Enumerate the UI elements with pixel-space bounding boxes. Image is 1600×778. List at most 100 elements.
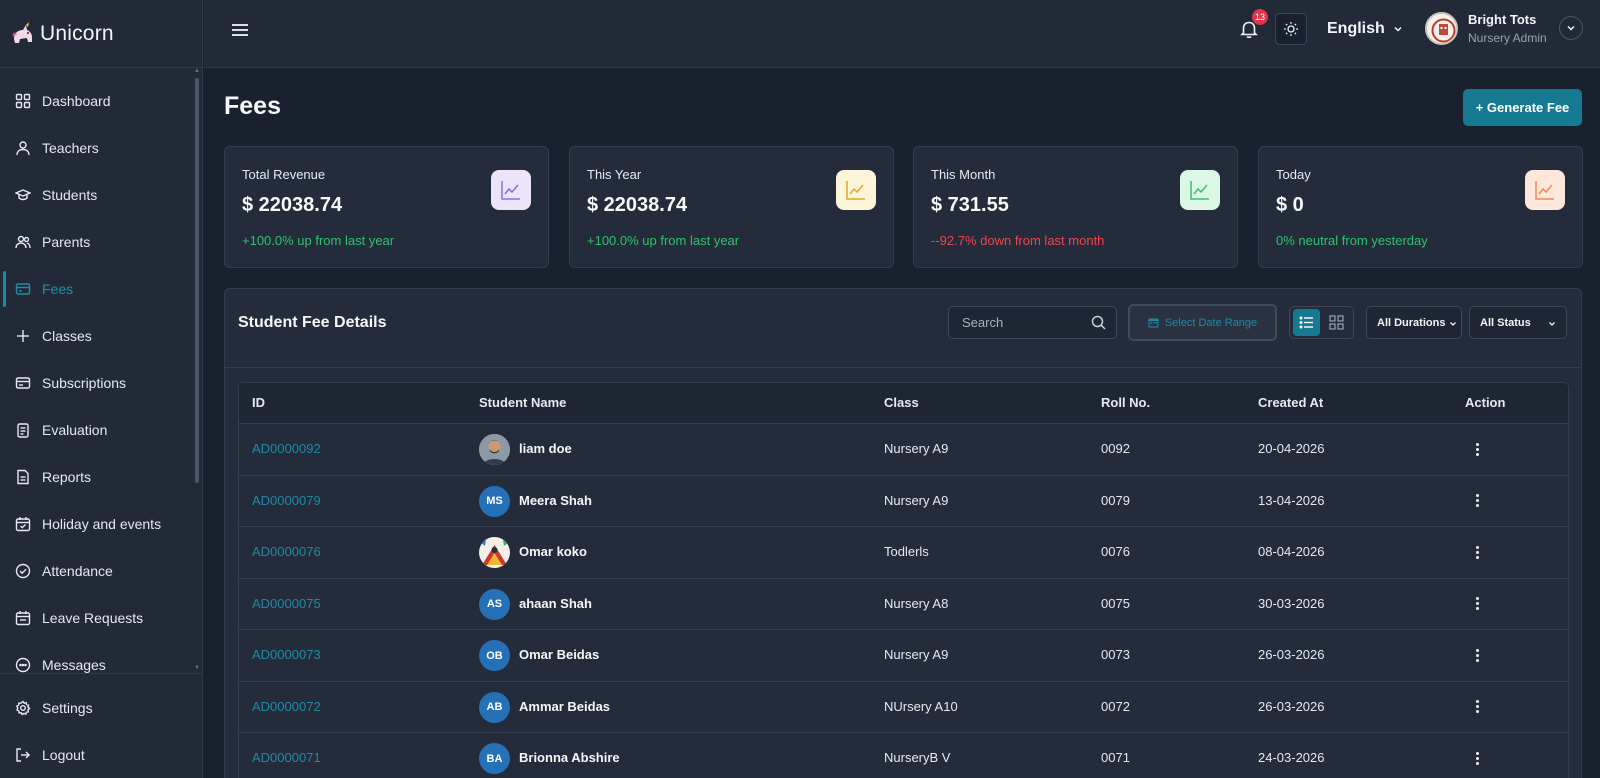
sidebar-item-dashboard[interactable]: Dashboard <box>0 81 196 121</box>
fee-id-link[interactable]: AD0000079 <box>252 493 321 508</box>
generate-fee-button[interactable]: + Generate Fee <box>1463 89 1582 126</box>
theme-toggle-button[interactable] <box>1275 13 1307 45</box>
search-icon[interactable] <box>1091 315 1106 330</box>
sidebar-item-leave-requests[interactable]: Leave Requests <box>0 598 196 638</box>
sidebar-item-attendance[interactable]: Attendance <box>0 551 196 591</box>
colorful-photo-icon <box>479 537 510 568</box>
column-header-created-at[interactable]: Created At <box>1258 395 1323 410</box>
menu-toggle-icon[interactable] <box>230 20 250 40</box>
sidebar-item-evaluation[interactable]: Evaluation <box>0 410 196 450</box>
class-cell: NUrsery A10 <box>884 698 958 714</box>
sidebar-item-label: Parents <box>42 234 91 250</box>
grid-view-button[interactable] <box>1323 309 1350 336</box>
student-avatar-photo <box>479 537 510 568</box>
list-view-button[interactable] <box>1293 309 1320 336</box>
sidebar-item-reports[interactable]: Reports <box>0 457 196 497</box>
sidebar-item-students[interactable]: Students <box>0 175 196 215</box>
fee-id-link[interactable]: AD0000075 <box>252 596 321 611</box>
calendar-check-icon <box>15 611 31 626</box>
sidebar-item-teachers[interactable]: Teachers <box>0 128 196 168</box>
chevron-down-icon <box>1394 26 1402 32</box>
language-selector[interactable]: English <box>1327 19 1403 39</box>
sidebar-item-label: Dashboard <box>42 93 111 109</box>
stat-card-this-month: This Month $ 731.55 --92.7% down from la… <box>913 146 1238 268</box>
fee-id-link[interactable]: AD0000071 <box>252 750 321 765</box>
scrollbar-thumb[interactable] <box>195 78 199 483</box>
sidebar-item-parents[interactable]: Parents <box>0 222 196 262</box>
sidebar-item-label: Teachers <box>42 140 99 156</box>
fee-id-link[interactable]: AD0000073 <box>252 647 321 662</box>
table-row[interactable]: AD0000072 AB Ammar Beidas NUrsery A10 00… <box>239 681 1568 733</box>
scroll-down-arrow-icon[interactable]: ▼ <box>194 665 200 671</box>
row-actions-kebab-icon[interactable] <box>1467 645 1487 665</box>
list-icon <box>1299 316 1313 329</box>
grid-icon <box>1329 315 1344 330</box>
sidebar-item-label: Classes <box>42 328 92 344</box>
roll-cell: 0079 <box>1101 492 1130 508</box>
created-at-cell: 26-03-2026 <box>1258 698 1325 714</box>
table-row[interactable]: AD0000073 OB Omar Beidas Nursery A9 0073… <box>239 630 1568 682</box>
fee-table: ID Student Name Class Roll No. Created A… <box>238 382 1569 778</box>
sidebar-item-label: Evaluation <box>42 422 108 438</box>
row-actions-kebab-icon[interactable] <box>1467 748 1487 768</box>
created-at-cell: 20-04-2026 <box>1258 441 1325 456</box>
status-dropdown[interactable]: All Status <box>1469 306 1567 339</box>
unicorn-logo-icon <box>12 21 32 43</box>
notification-badge: 13 <box>1252 9 1269 25</box>
sidebar-item-classes[interactable]: Classes <box>0 316 196 356</box>
column-header-id[interactable]: ID <box>252 395 265 410</box>
scroll-up-arrow-icon[interactable]: ▲ <box>194 68 200 74</box>
stat-label: Total Revenue <box>242 167 326 182</box>
fee-id-link[interactable]: AD0000072 <box>252 699 321 714</box>
stat-value: $ 731.55 <box>931 194 1009 216</box>
table-row[interactable]: AD0000079 MS Meera Shah Nursery A9 0079 … <box>239 475 1568 527</box>
fee-id-link[interactable]: AD0000076 <box>252 544 321 559</box>
roll-cell: 0092 <box>1101 441 1130 456</box>
document-icon <box>17 469 29 485</box>
table-row[interactable]: AD0000071 BA Brionna Abshire NurseryB V … <box>239 733 1568 778</box>
row-actions-kebab-icon[interactable] <box>1467 439 1487 459</box>
column-header-student-name[interactable]: Student Name <box>479 395 566 410</box>
sidebar-item-fees[interactable]: Fees <box>0 269 196 309</box>
roll-cell: 0076 <box>1101 544 1130 559</box>
school-logo-avatar[interactable] <box>1425 12 1458 45</box>
search-input[interactable] <box>949 307 1089 338</box>
page-title: Fees <box>224 92 281 120</box>
sidebar-scrollbar[interactable]: ▲ ▼ <box>194 68 200 673</box>
stat-icon-box <box>1525 170 1565 210</box>
chevron-down-icon <box>1567 25 1575 31</box>
student-name: Brionna Abshire <box>519 750 620 765</box>
row-actions-kebab-icon[interactable] <box>1467 491 1487 511</box>
durations-dropdown[interactable]: All Durations <box>1366 306 1462 339</box>
user-menu-button[interactable] <box>1559 16 1583 40</box>
column-header-class[interactable]: Class <box>884 395 919 410</box>
table-row[interactable]: AD0000076 Omar koko Todlerls 0076 08-04-… <box>239 527 1568 579</box>
table-row[interactable]: AD0000075 AS ahaan Shah Nursery A8 0075 … <box>239 578 1568 630</box>
row-actions-kebab-icon[interactable] <box>1467 594 1487 614</box>
users-icon <box>15 235 31 249</box>
calendar-icon <box>15 517 31 532</box>
check-circle-icon <box>15 563 31 579</box>
sidebar-item-subscriptions[interactable]: Subscriptions <box>0 363 196 403</box>
table-row[interactable]: AD0000092 liam doe Nursery A9 0092 20-04… <box>239 424 1568 476</box>
class-cell: Nursery A8 <box>884 595 949 611</box>
person-photo-icon <box>479 434 510 465</box>
stat-trend: --92.7% down from last month <box>931 233 1105 248</box>
date-range-picker[interactable]: Select Date Range <box>1128 304 1277 341</box>
brand[interactable]: Unicorn <box>0 0 202 68</box>
fee-id-link[interactable]: AD0000092 <box>252 441 321 456</box>
sidebar-item-settings[interactable]: Settings <box>0 688 196 728</box>
row-actions-kebab-icon[interactable] <box>1467 697 1487 717</box>
sidebar-item-holiday-and-events[interactable]: Holiday and events <box>0 504 196 544</box>
sidebar-item-logout[interactable]: Logout <box>0 735 196 775</box>
line-chart-icon <box>501 181 520 200</box>
sidebar-bottom: Settings Logout <box>0 673 202 778</box>
column-header-roll-no[interactable]: Roll No. <box>1101 395 1150 410</box>
logout-icon <box>16 748 30 762</box>
sidebar-item-messages[interactable]: Messages <box>0 645 196 673</box>
row-actions-kebab-icon[interactable] <box>1467 542 1487 562</box>
student-name: Omar koko <box>519 544 587 559</box>
line-chart-icon <box>1190 181 1209 200</box>
stat-card-this-year: This Year $ 22038.74 +100.0% up from las… <box>569 146 894 268</box>
panel-header: Student Fee Details Select Date Range Al… <box>225 289 1581 368</box>
